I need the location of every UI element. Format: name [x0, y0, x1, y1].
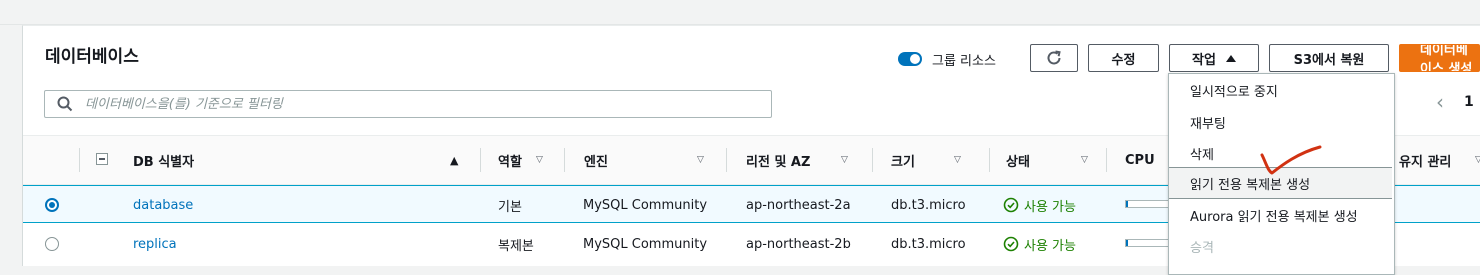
db-identifier-link[interactable]: database — [133, 186, 193, 224]
top-bar — [0, 0, 1480, 24]
page-number[interactable]: 1 — [1464, 94, 1474, 110]
cpu-usage-bar — [1125, 239, 1169, 247]
search-icon — [57, 96, 73, 112]
check-circle-icon — [1003, 236, 1019, 252]
red-checkmark-annotation-icon — [1260, 145, 1322, 175]
menu-item-promote: 승격 — [1190, 240, 1214, 256]
deselect-all-checkbox[interactable] — [96, 153, 108, 165]
column-header-role[interactable]: 역할 ▽ — [498, 136, 568, 184]
chevron-left-icon[interactable]: ‹ — [1436, 92, 1444, 112]
modify-button[interactable]: 수정 — [1088, 44, 1159, 72]
sort-icon: ▽ — [1081, 155, 1088, 165]
sort-ascending-icon: ▲ — [450, 153, 459, 167]
sort-icon: ▽ — [697, 155, 704, 165]
db-identifier-link[interactable]: replica — [133, 225, 177, 263]
create-database-button[interactable]: 데이터베이스 생성 — [1399, 44, 1480, 72]
column-header-db-id[interactable]: DB 식별자 ▲ — [133, 136, 463, 184]
engine-cell: MySQL Community — [583, 197, 708, 213]
column-header-engine[interactable]: 엔진 ▽ — [584, 136, 714, 184]
group-resources-toggle[interactable]: 그룹 리소스 — [898, 49, 996, 69]
check-circle-icon — [1003, 197, 1019, 213]
group-resources-label: 그룹 리소스 — [932, 53, 996, 69]
engine-cell: MySQL Community — [583, 236, 708, 252]
menu-item-reboot[interactable]: 재부팅 — [1169, 106, 1392, 138]
actions-label: 작업 — [1192, 52, 1216, 68]
sort-icon: ▽ — [536, 155, 543, 165]
status-cell: 사용 가능 — [1003, 186, 1076, 224]
actions-button[interactable]: 작업 — [1169, 44, 1259, 72]
restore-from-s3-button[interactable]: S3에서 복원 — [1269, 44, 1389, 72]
column-header-region[interactable]: 리전 및 AZ ▽ — [746, 136, 876, 184]
status-cell: 사용 가능 — [1003, 225, 1076, 263]
pagination: ‹ 1 — [1436, 92, 1474, 112]
region-cell: ap-northeast-2a — [746, 197, 851, 213]
column-header-maintenance[interactable]: 유지 관리 ▽ — [1399, 136, 1480, 184]
size-cell: db.t3.micro — [891, 236, 966, 252]
page-title: 데이터베이스 — [45, 47, 139, 67]
toggle-switch-icon[interactable] — [898, 52, 922, 66]
size-cell: db.t3.micro — [891, 197, 966, 213]
search-input[interactable] — [83, 95, 767, 113]
refresh-icon — [1047, 50, 1061, 65]
role-cell: 기본 — [498, 199, 522, 215]
sort-icon: ▽ — [1475, 155, 1480, 165]
column-header-status[interactable]: 상태 ▽ — [1006, 136, 1106, 184]
menu-item-stop-temporarily[interactable]: 일시적으로 중지 — [1169, 74, 1392, 106]
region-cell: ap-northeast-2b — [746, 236, 851, 252]
refresh-button[interactable] — [1030, 44, 1078, 72]
menu-item-create-aurora-read-replica[interactable]: Aurora 읽기 전용 복제본 생성 — [1169, 199, 1392, 231]
role-cell: 복제본 — [498, 238, 534, 254]
search-field[interactable] — [44, 90, 772, 118]
row-radio-selected[interactable] — [45, 198, 59, 212]
caret-up-icon — [1225, 54, 1236, 62]
sort-icon: ▽ — [954, 155, 961, 165]
column-header-size[interactable]: 크기 ▽ — [891, 136, 991, 184]
sort-icon: ▽ — [841, 155, 848, 165]
cpu-usage-bar — [1125, 200, 1169, 208]
row-radio[interactable] — [45, 237, 59, 251]
